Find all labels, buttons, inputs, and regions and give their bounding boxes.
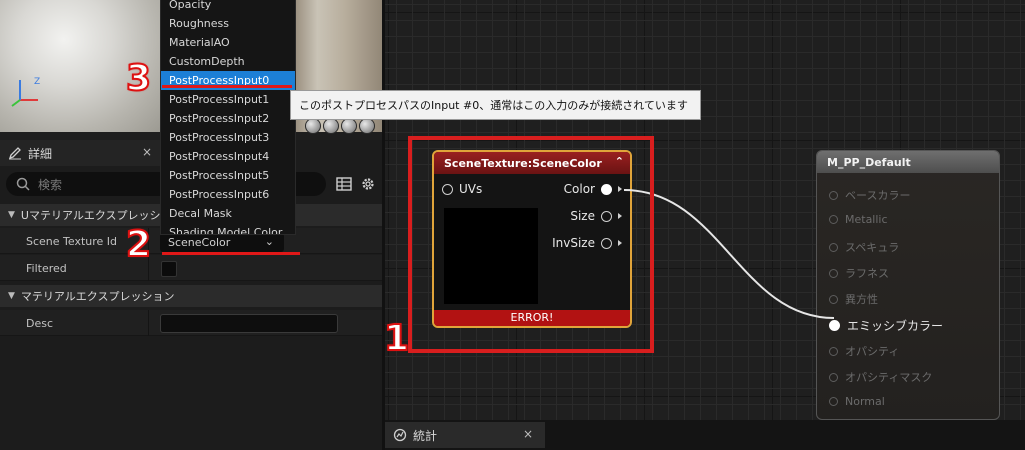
close-icon[interactable]: × bbox=[523, 427, 533, 441]
chevron-down-icon: ⌄ bbox=[264, 235, 274, 248]
divider bbox=[148, 310, 149, 336]
preview-shape-buttons bbox=[305, 118, 375, 134]
pin-icon[interactable] bbox=[829, 372, 838, 382]
pencil-icon bbox=[8, 147, 21, 160]
annotation-number: 1 bbox=[383, 317, 410, 360]
table-view-icon[interactable] bbox=[336, 176, 352, 192]
dropdown-item[interactable]: PostProcessInput4 bbox=[161, 147, 295, 166]
pin-label: ベースカラー bbox=[845, 189, 911, 202]
collapse-triangle-icon: ▼ bbox=[8, 291, 15, 301]
collapse-triangle-icon: ▼ bbox=[8, 210, 15, 220]
dropdown-item[interactable]: CustomDepth bbox=[161, 52, 295, 71]
annotation-underline bbox=[162, 252, 300, 255]
axis-gizmo-icon: Z bbox=[11, 77, 40, 107]
material-pin[interactable]: Normal bbox=[829, 395, 885, 408]
select-value: SceneColor bbox=[168, 236, 231, 249]
pin-icon[interactable] bbox=[829, 294, 838, 304]
dropdown-item[interactable]: Shading Model Color bbox=[161, 223, 295, 234]
prop-label: Scene Texture Id bbox=[26, 235, 118, 248]
bottom-tab-bar: 統計 × bbox=[385, 420, 1025, 450]
pin-label: スペキュラ bbox=[845, 241, 900, 254]
dropdown-item[interactable]: Opacity bbox=[161, 0, 295, 14]
material-pin[interactable]: Metallic bbox=[829, 213, 888, 226]
pin-icon[interactable] bbox=[829, 190, 838, 200]
material-pin[interactable]: ラフネス bbox=[829, 265, 889, 281]
scene-texture-id-select[interactable]: SceneColor ⌄ bbox=[160, 233, 284, 252]
dropdown-item[interactable]: PostProcessInput2 bbox=[161, 109, 295, 128]
section-title: Uマテリアルエクスプレッション bbox=[20, 209, 183, 222]
preview-ball-icon[interactable] bbox=[323, 118, 339, 134]
preview-ball-icon[interactable] bbox=[341, 118, 357, 134]
pin-icon[interactable] bbox=[829, 320, 840, 331]
section-title: マテリアルエクスプレッション bbox=[20, 290, 175, 303]
material-pin[interactable]: オパシティマスク bbox=[829, 369, 932, 385]
pin-label: オパシティ bbox=[845, 345, 900, 358]
pin-label: オパシティマスク bbox=[845, 371, 933, 384]
dropdown-item[interactable]: PostProcessInput5 bbox=[161, 166, 295, 185]
preview-ball-icon[interactable] bbox=[359, 118, 375, 134]
pin-label: 異方性 bbox=[845, 293, 878, 306]
annotation-number: 2 bbox=[125, 223, 152, 266]
material-pin[interactable]: オパシティ bbox=[829, 343, 899, 359]
details-tab-label: 詳細 bbox=[28, 146, 53, 161]
desc-field[interactable] bbox=[160, 314, 338, 333]
pin-label: エミッシブカラー bbox=[847, 319, 944, 333]
dropdown-item[interactable]: PostProcessInput6 bbox=[161, 185, 295, 204]
pin-icon[interactable] bbox=[829, 397, 838, 406]
section-header-material-expression[interactable]: ▼ マテリアルエクスプレッション bbox=[0, 285, 385, 307]
dropdown-item[interactable]: Roughness bbox=[161, 14, 295, 33]
close-icon[interactable]: × bbox=[142, 145, 152, 159]
dropdown-item[interactable]: Decal Mask bbox=[161, 204, 295, 223]
prop-label: Filtered bbox=[26, 262, 67, 275]
pin-label: ラフネス bbox=[845, 267, 889, 280]
pin-icon[interactable] bbox=[829, 268, 838, 278]
pin-label: Normal bbox=[845, 395, 885, 408]
node-title: M_PP_Default bbox=[827, 155, 911, 169]
pin-label: Metallic bbox=[845, 213, 888, 226]
prop-label: Desc bbox=[26, 317, 54, 330]
material-pin[interactable]: スペキュラ bbox=[829, 239, 899, 255]
dropdown-item[interactable]: PostProcessInput1 bbox=[161, 90, 295, 109]
filtered-checkbox[interactable] bbox=[161, 261, 177, 277]
pin-icon[interactable] bbox=[829, 346, 838, 356]
prop-row-filtered: Filtered bbox=[0, 255, 385, 281]
dropdown-item[interactable]: PostProcessInput3 bbox=[161, 128, 295, 147]
stats-tab-label: 統計 bbox=[413, 428, 438, 443]
prop-row-desc: Desc bbox=[0, 310, 385, 336]
pane-separator[interactable] bbox=[382, 0, 385, 450]
pin-icon[interactable] bbox=[829, 242, 838, 252]
details-tab[interactable]: 詳細 × bbox=[0, 140, 160, 166]
annotation-box bbox=[408, 136, 654, 353]
annotation-underline bbox=[162, 85, 292, 88]
material-pin[interactable]: ベースカラー bbox=[829, 187, 910, 203]
node-header[interactable]: M_PP_Default bbox=[817, 151, 999, 173]
svg-text:Z: Z bbox=[34, 77, 40, 87]
annotation-number: 3 bbox=[125, 57, 152, 100]
gear-icon[interactable] bbox=[360, 176, 376, 192]
material-pin[interactable]: 異方性 bbox=[829, 291, 878, 307]
dropdown-item[interactable]: MaterialAO bbox=[161, 33, 295, 52]
search-placeholder: 検索 bbox=[38, 177, 63, 192]
pin-icon[interactable] bbox=[829, 215, 838, 224]
search-icon bbox=[16, 177, 30, 191]
material-result-node[interactable]: M_PP_Default ベースカラー Metallic スペキュララフネス異方性エ… bbox=[816, 150, 1000, 420]
preview-ball-icon[interactable] bbox=[305, 118, 321, 134]
stats-tab[interactable]: 統計 × bbox=[385, 422, 545, 448]
material-pin[interactable]: エミッシブカラー bbox=[829, 317, 943, 334]
tooltip: このポストプロセスパスのInput #0、通常はこの入力のみが接続されています bbox=[290, 90, 701, 120]
stats-icon bbox=[393, 428, 407, 442]
scene-texture-dropdown[interactable]: Opacity Roughness MaterialAO CustomDepth Pos… bbox=[160, 0, 296, 235]
